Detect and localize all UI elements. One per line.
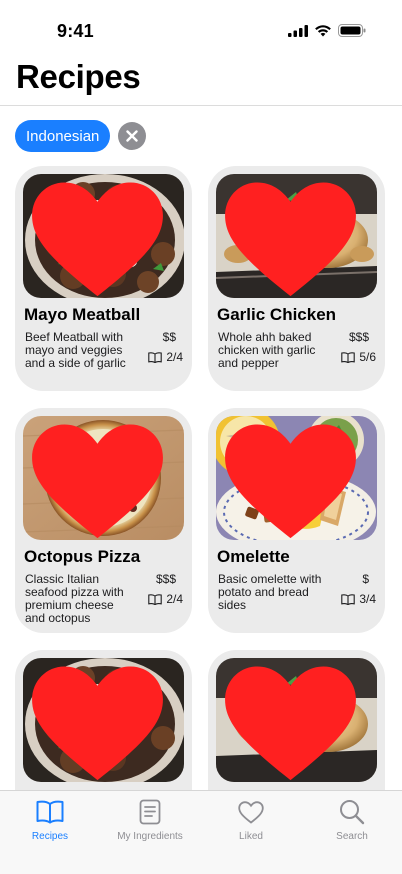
recipe-price: $$$ [155, 572, 176, 586]
recipe-photo [23, 658, 184, 782]
tab-bar: Recipes My Ingredients Liked Search [0, 790, 402, 874]
recipe-title: Omelette [217, 547, 290, 566]
recipe-steps: 5/6 [341, 351, 376, 364]
recipe-photo [23, 174, 184, 298]
book-icon [148, 594, 163, 605]
heart-icon[interactable] [216, 179, 371, 298]
tab-label: Search [336, 831, 368, 842]
tab-search[interactable]: Search [302, 797, 402, 842]
recipe-card[interactable]: Mayo Meatball Beef Meatball with mayo an… [15, 166, 192, 391]
recipe-photo [216, 658, 377, 782]
heart-icon[interactable] [23, 663, 178, 782]
recipe-steps: 2/4 [148, 351, 183, 364]
recipe-steps: 3/4 [341, 593, 376, 606]
recipe-price: $$$ [348, 330, 369, 344]
battery-icon [338, 24, 366, 37]
recipe-description: Classic Italian seafood pizza with premi… [25, 572, 124, 625]
heart-icon[interactable] [23, 421, 178, 540]
status-icons [288, 24, 366, 37]
recipe-photo [23, 416, 184, 540]
book-icon [36, 800, 64, 824]
recipe-price: $$ [162, 330, 176, 344]
heart-icon[interactable] [216, 421, 371, 540]
recipe-title: Octopus Pizza [24, 547, 141, 566]
heart-icon [238, 800, 264, 824]
recipe-title: Garlic Chicken [217, 305, 337, 324]
recipe-photo [216, 174, 377, 298]
heart-icon[interactable] [23, 179, 178, 298]
tab-my-ingredients[interactable]: My Ingredients [100, 797, 200, 842]
recipe-description: Whole ahh baked chicken with garlic and … [218, 330, 316, 370]
status-bar: 9:41 [0, 0, 402, 56]
recipe-title: Mayo Meatball [24, 305, 141, 324]
header-divider [0, 105, 402, 106]
recipe-steps-count: 3/4 [359, 592, 376, 606]
magnifier-icon [340, 800, 365, 825]
tab-liked[interactable]: Liked [201, 797, 301, 842]
book-icon [148, 352, 163, 363]
recipe-steps-count: 5/6 [359, 350, 376, 364]
heart-icon[interactable] [216, 663, 371, 782]
recipe-description: Beef Meatball with mayo and veggies and … [25, 330, 126, 370]
recipe-card[interactable]: Omelette Basic omelette with potato and … [208, 408, 385, 633]
book-icon [341, 594, 356, 605]
recipe-photo [216, 416, 377, 540]
tab-label: Liked [239, 831, 263, 842]
recipe-steps: 2/4 [148, 593, 183, 606]
cellular-signal-icon [288, 24, 308, 37]
list-icon [139, 799, 161, 825]
recipe-steps-count: 2/4 [166, 592, 183, 606]
book-icon [341, 352, 356, 363]
x-circle-icon [126, 130, 139, 142]
tab-label: Recipes [31, 831, 69, 842]
recipe-card[interactable]: Garlic Chicken Whole ahh baked chicken w… [208, 166, 385, 391]
wifi-icon [315, 25, 331, 37]
clear-filter-button[interactable] [118, 122, 147, 150]
recipe-description: Basic omelette with potato and bread sid… [218, 572, 322, 612]
filter-chip-indonesian[interactable]: Indonesian [15, 120, 111, 152]
filter-row: Indonesian [15, 120, 147, 152]
recipe-steps-count: 2/4 [166, 350, 183, 364]
tab-label: My Ingredients [117, 831, 183, 842]
tab-recipes[interactable]: Recipes [0, 797, 100, 842]
page-title: Recipes [16, 58, 141, 95]
status-time: 9:41 [57, 21, 94, 41]
recipe-card[interactable]: Octopus Pizza Classic Italian seafood pi… [15, 408, 192, 633]
recipe-price: $ [362, 572, 369, 586]
